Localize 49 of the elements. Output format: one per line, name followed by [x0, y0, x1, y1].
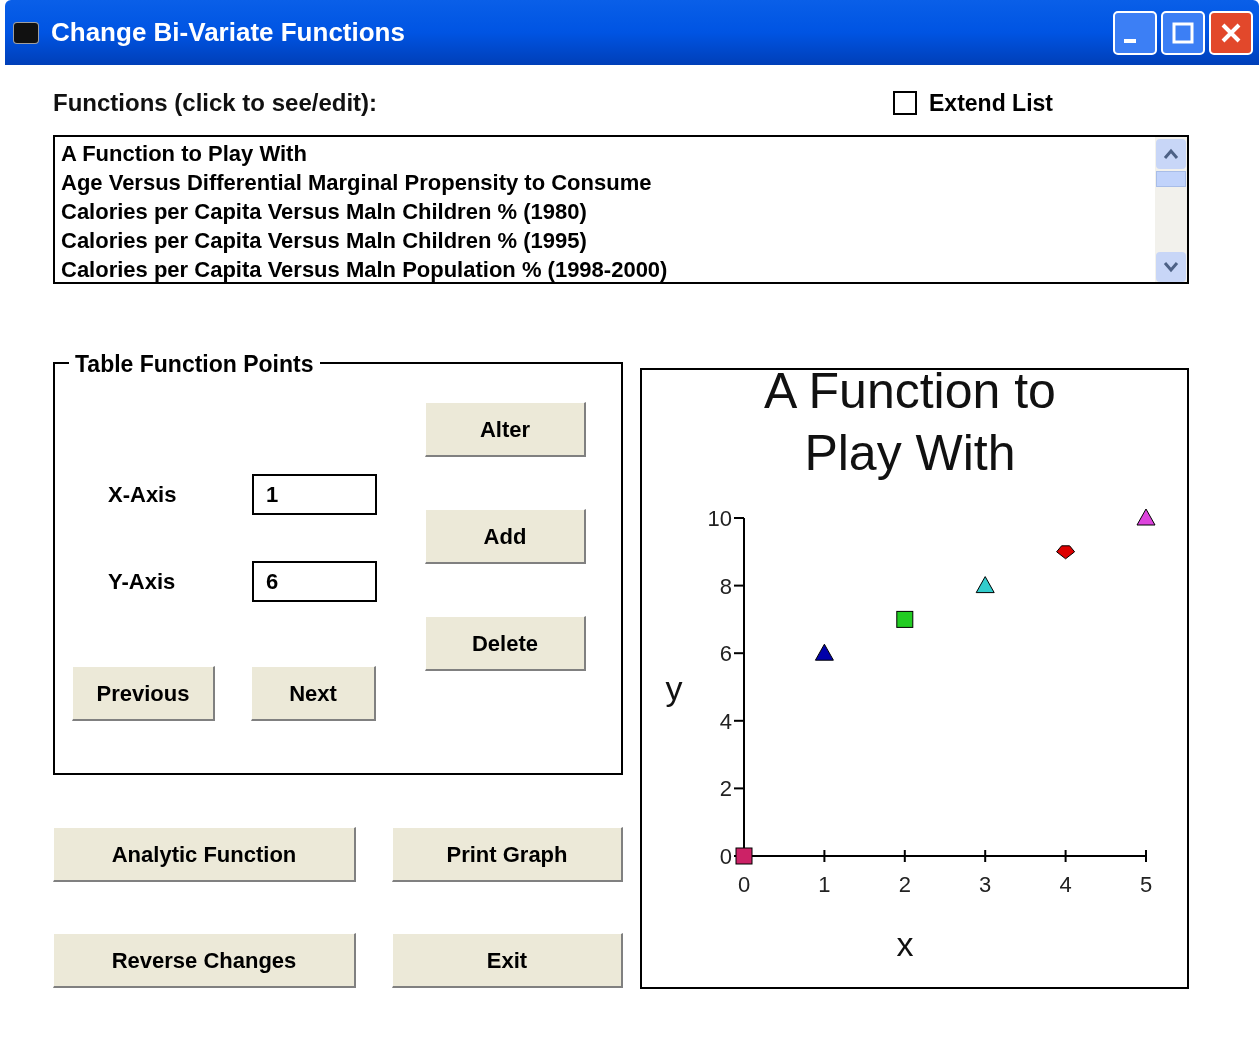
- tick-label: 0: [737, 872, 751, 897]
- next-button[interactable]: Next: [251, 666, 376, 721]
- close-button[interactable]: [1209, 10, 1253, 55]
- window-title: Change Bi-Variate Functions: [51, 16, 405, 49]
- scroll-up-button[interactable]: [1156, 139, 1186, 169]
- tick-label: 2: [719, 776, 732, 802]
- functions-label: Functions (click to see/edit):: [53, 88, 378, 118]
- axis-title: x: [896, 925, 914, 963]
- list-item[interactable]: Calories per Capita Versus Maln Population % (1998-2000): [61, 255, 1155, 284]
- minimize-button[interactable]: [1113, 10, 1157, 55]
- analytic-function-button[interactable]: Analytic Function: [53, 827, 356, 882]
- chevron-icon: [1163, 148, 1179, 160]
- tick-label: 3: [979, 872, 992, 897]
- input-field[interactable]: 1: [252, 474, 377, 515]
- axis-label: Y-Axis: [107, 568, 177, 596]
- tick-label: 4: [1059, 872, 1072, 897]
- maximize-button[interactable]: [1161, 10, 1205, 55]
- scroll-down-button[interactable]: [1156, 252, 1186, 282]
- add-button[interactable]: Add: [425, 509, 586, 564]
- tick-label: 4: [719, 708, 732, 734]
- reverse-changes-button[interactable]: Reverse Changes: [53, 933, 356, 988]
- tick-label: 10: [707, 506, 732, 531]
- list-item[interactable]: A Function to Play With: [61, 139, 1155, 168]
- tick-label: 0: [719, 844, 732, 869]
- tick-label: 1: [818, 872, 831, 897]
- tick-label: 6: [719, 641, 732, 667]
- delete-button[interactable]: Delete: [425, 616, 586, 671]
- app-icon: [13, 21, 39, 44]
- list-item[interactable]: Age Versus Differential Marginal Propensity to Consume: [61, 168, 1155, 197]
- scroll-thumb[interactable]: [1156, 171, 1186, 187]
- alter-button[interactable]: Alter: [425, 402, 586, 457]
- maximize-icon: [1171, 20, 1195, 45]
- tick-label: 5: [1139, 872, 1153, 897]
- print-graph-button[interactable]: Print Graph: [392, 827, 623, 882]
- input-field[interactable]: 6: [252, 561, 377, 602]
- axis-title: y: [665, 669, 683, 707]
- exit-button[interactable]: Exit: [392, 933, 623, 988]
- axis-label: X-Axis: [107, 481, 178, 509]
- minimize-icon: [1124, 38, 1136, 43]
- tick-label: 8: [719, 573, 732, 599]
- list-item[interactable]: Calories per Capita Versus Maln Children % (1980): [61, 197, 1155, 226]
- scrollbar[interactable]: [1155, 137, 1187, 282]
- chart-title: A Function to Play With: [764, 370, 1056, 481]
- chevron-icon: [1163, 261, 1179, 273]
- list-item[interactable]: Calories per Capita Versus Maln Children % (1995): [61, 226, 1155, 255]
- previous-button[interactable]: Previous: [72, 666, 215, 721]
- extend-list-checkbox[interactable]: Extend List: [893, 85, 1053, 121]
- functions-list[interactable]: [53, 135, 1189, 284]
- tick-label: 2: [898, 872, 911, 897]
